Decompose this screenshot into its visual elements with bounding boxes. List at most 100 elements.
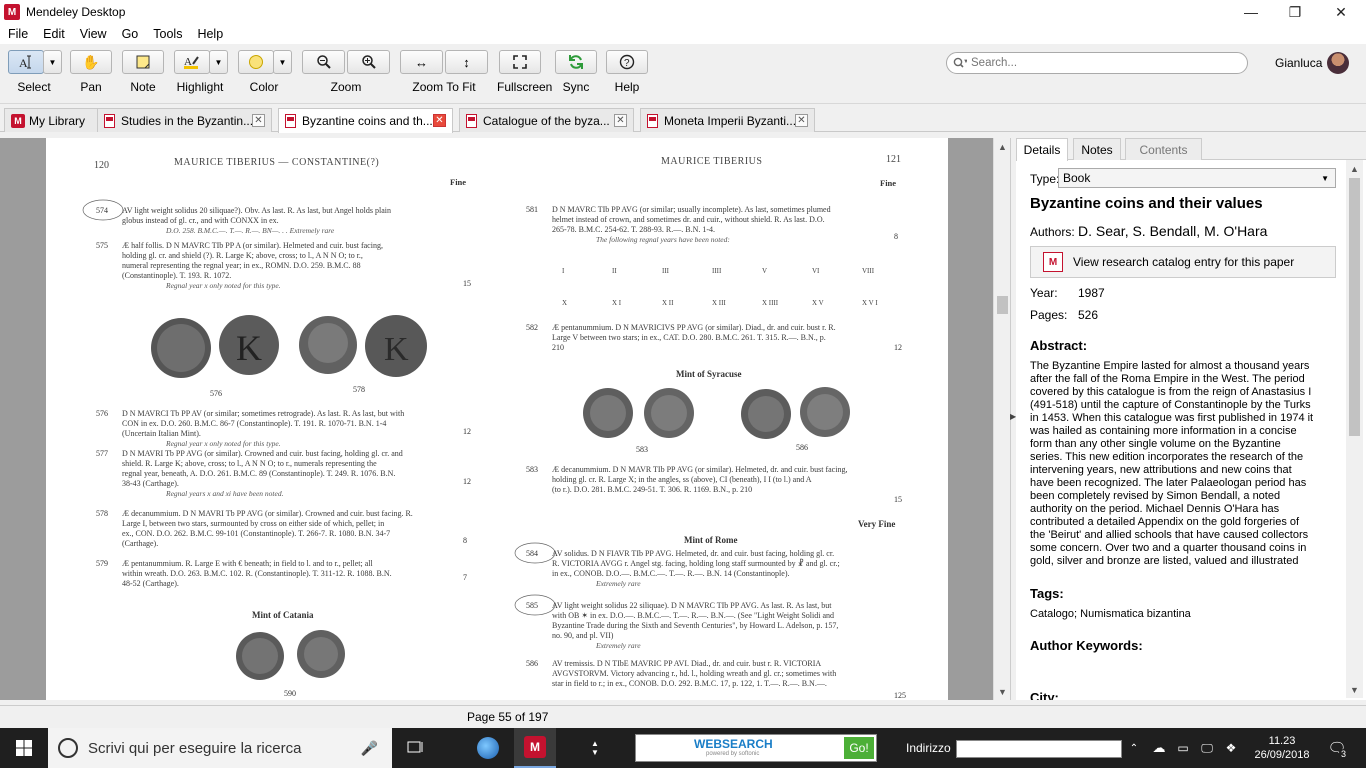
entry-number: 585 [526,601,538,610]
pan-button[interactable]: ✋ [70,50,112,74]
taskbar-app-mendeley[interactable]: M [514,728,556,768]
tab-notes[interactable]: Notes [1073,138,1121,160]
avatar[interactable] [1327,52,1349,74]
coin-photos-catania [236,630,345,680]
type-label: Type: [1030,172,1060,186]
highlight-button[interactable]: A [174,50,210,74]
websearch-go-button[interactable]: Go! [844,737,874,759]
details-scrollbar[interactable]: ▲ ▼ [1346,160,1363,698]
toolbar-scroll-arrows[interactable]: ▲ ▼ [588,728,602,768]
menu-view[interactable]: View [72,27,114,41]
pdf-vertical-scrollbar[interactable]: ▲ ▼ [993,138,1010,700]
scroll-down-arrow-icon[interactable]: ▼ [1346,681,1363,698]
chevron-down-icon: ▼ [1321,173,1329,183]
mendeley-logo-icon: M [524,736,546,758]
tab-details[interactable]: Details [1016,138,1068,161]
zoom-in-button[interactable] [347,50,390,74]
price: 7 [463,573,467,582]
type-select[interactable]: Book ▼ [1058,168,1336,188]
websearch-toolbar[interactable]: WEBSEARCH powered by softonic Go! [635,734,877,762]
user-name[interactable]: Gianluca [1275,56,1322,70]
tray-expand-icon[interactable]: ⌃ [1126,728,1142,768]
close-tab-button[interactable]: ✕ [614,114,627,127]
entry-text-line: ex., CON. D.O. 262. B.M.C. 99-101 (Const… [122,529,390,538]
entry-number: 579 [96,559,108,568]
document-title[interactable]: Byzantine coins and their values [1030,195,1263,212]
menu-tools[interactable]: Tools [145,27,189,41]
microphone-icon[interactable]: 🎤 [361,740,378,757]
menu-help[interactable]: Help [189,27,230,41]
clock[interactable]: 11.23 26/09/2018 [1242,728,1322,768]
scroll-down-arrow-icon[interactable]: ▼ [994,683,1011,700]
pages-value[interactable]: 526 [1078,308,1098,322]
start-button[interactable] [0,728,48,768]
authors-value[interactable]: D. Sear, S. Bendall, M. O'Hara [1078,223,1267,239]
fullscreen-button[interactable] [499,50,541,74]
regnal-year: V [762,267,767,275]
address-input[interactable] [956,740,1122,758]
tab-studies[interactable]: Studies in the Byzantin... ✕ [97,108,272,132]
tab-byzantine-coins[interactable]: Byzantine coins and th... ✕ [278,108,453,133]
entry-text-line: holding gl. cr. and shield (?). R. Large… [122,251,363,260]
price: 15 [894,495,902,504]
city-label: City: [1030,690,1059,700]
search-box[interactable]: ▼ [946,52,1248,74]
close-tab-button[interactable]: ✕ [795,114,808,127]
tab-moneta[interactable]: Moneta Imperii Byzanti... ✕ [640,108,815,132]
tab-catalogue[interactable]: Catalogue of the byza... ✕ [459,108,634,132]
close-tab-button[interactable]: ✕ [252,114,265,127]
dropbox-icon[interactable]: ❖ [1220,728,1242,768]
close-window-button[interactable]: ✕ [1318,0,1364,24]
help-label: Help [614,80,640,94]
select-dropdown-button[interactable]: ▼ [43,50,62,74]
pdf-viewer[interactable]: 120 MAURICE TIBERIUS — CONSTANTINE(?) Fi… [0,138,993,700]
pdf-page[interactable]: 120 MAURICE TIBERIUS — CONSTANTINE(?) Fi… [46,138,948,700]
zoom-out-button[interactable] [302,50,345,74]
close-tab-button[interactable]: ✕ [433,114,446,127]
menu-edit[interactable]: Edit [35,27,72,41]
highlight-dropdown-button[interactable]: ▼ [209,50,228,74]
maximize-button[interactable]: ❐ [1272,0,1318,24]
entry-text-line: D N MAVRCI Tb PP AV (or similar; sometim… [122,409,404,418]
entry-number: 584 [526,549,538,558]
action-center-button[interactable]: 🗨 3 [1322,728,1352,768]
search-input[interactable] [971,57,1231,69]
menu-file[interactable]: File [0,27,35,41]
entry-text-line: AV solidus. D N FIAVR TIb PP AVG. Helmet… [552,549,834,558]
scrollbar-thumb[interactable] [1349,178,1360,436]
scroll-up-arrow-icon[interactable]: ▲ [994,138,1011,155]
task-view-button[interactable] [396,728,436,768]
tags-value[interactable]: Catalogo; Numismatica bizantina [1030,608,1191,620]
color-button[interactable] [238,50,274,74]
pdf-icon [104,113,115,128]
scroll-up-arrow-icon[interactable]: ▲ [1346,160,1363,177]
scrollbar-thumb[interactable] [997,296,1008,314]
minimize-button[interactable]: — [1228,0,1274,24]
fit-height-button[interactable]: ↕ [445,50,488,74]
sync-button[interactable] [555,50,597,74]
select-button[interactable]: A [8,50,44,74]
taskbar-app-browser[interactable] [468,728,508,768]
regnal-years-table: I II III IIII V VI VIIIX X IX II X III X IIII X VX… [562,267,878,307]
onedrive-icon[interactable]: ☁ [1148,728,1170,768]
very-fine-label: Very Fine [858,519,895,529]
tab-contents[interactable]: Contents [1125,138,1202,160]
fit-width-button[interactable]: ↔ [400,50,443,74]
globe-icon [477,737,499,759]
abstract-text[interactable]: The Byzantine Empire lasted for almost a… [1030,360,1314,568]
entry-text-line: AV light weight solidus 22 siliquae). D … [552,601,832,610]
help-button[interactable]: ? [606,50,648,74]
color-dropdown-button[interactable]: ▼ [273,50,292,74]
note-button[interactable] [122,50,164,74]
entry-text-line: Æ half follis. D N MAVRC TIb PP A (or si… [122,241,383,250]
entry-number: 586 [526,659,538,668]
cortana-search[interactable]: Scrivi qui per eseguire la ricerca 🎤 [48,728,392,768]
view-catalog-button[interactable]: M View research catalog entry for this p… [1030,246,1336,278]
pdf-icon [647,113,658,128]
network-icon[interactable]: 🖵 [1196,728,1218,768]
year-value[interactable]: 1987 [1078,286,1105,300]
entry-text-line: CON in ex. D.O. 260. B.M.C. 86-7 (Consta… [122,419,386,428]
menu-go[interactable]: Go [114,27,146,41]
entry-number: 578 [96,509,108,518]
battery-icon[interactable]: ▭ [1172,728,1194,768]
